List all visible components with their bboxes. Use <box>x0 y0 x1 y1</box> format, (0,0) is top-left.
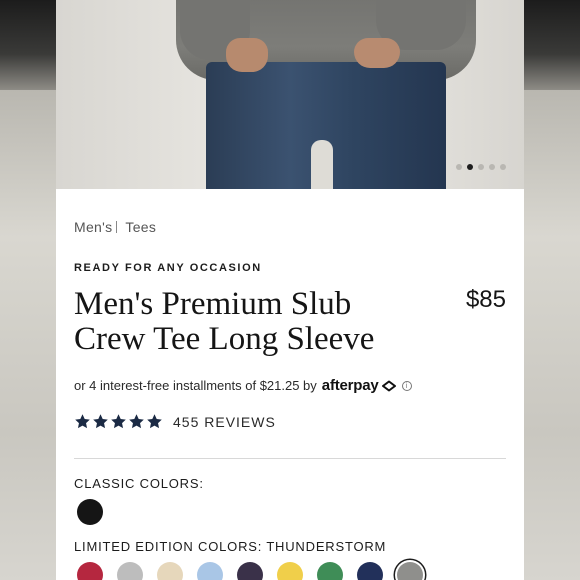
star-icon <box>129 414 144 429</box>
product-eyebrow: READY FOR ANY OCCASION <box>74 262 262 274</box>
photo-leg-gap <box>311 140 333 189</box>
color-swatch-green[interactable] <box>317 562 343 580</box>
gallery-dot[interactable] <box>500 164 506 170</box>
star-icon <box>147 414 162 429</box>
classic-color-swatches <box>77 499 103 525</box>
color-swatch-thunderstorm[interactable] <box>397 562 423 580</box>
color-swatch-sand[interactable] <box>157 562 183 580</box>
gallery-dot[interactable] <box>489 164 495 170</box>
star-icon <box>93 414 108 429</box>
info-icon[interactable]: i <box>401 380 412 391</box>
color-swatch-plum[interactable] <box>237 562 263 580</box>
star-icon <box>75 414 90 429</box>
photo-hand-right <box>354 38 400 68</box>
breadcrumb: Men's Tees <box>74 219 156 235</box>
breadcrumb-separator <box>116 221 118 233</box>
limited-color-swatches <box>77 562 423 580</box>
color-swatch-navy[interactable] <box>357 562 383 580</box>
product-image[interactable] <box>56 0 524 189</box>
color-swatch-red[interactable] <box>77 562 103 580</box>
gallery-dot[interactable] <box>456 164 462 170</box>
limited-colors-label: LIMITED EDITION COLORS: THUNDERSTORM <box>74 539 387 554</box>
gallery-dot[interactable] <box>478 164 484 170</box>
breadcrumb-item-mens[interactable]: Men's <box>74 219 112 235</box>
reviews-link[interactable]: 455 REVIEWS <box>173 414 276 430</box>
photo-hand-left <box>226 38 268 72</box>
color-swatch-gray[interactable] <box>117 562 143 580</box>
installments-info: or 4 interest-free installments of $21.2… <box>74 377 412 394</box>
section-divider <box>74 458 506 459</box>
color-swatch-black[interactable] <box>77 499 103 525</box>
installments-text: or 4 interest-free installments of $21.2… <box>74 378 317 393</box>
gallery-pagination <box>456 164 506 170</box>
product-price: $85 <box>465 286 506 313</box>
color-swatch-light-blue[interactable] <box>197 562 223 580</box>
classic-colors-label: CLASSIC COLORS: <box>74 476 204 491</box>
star-icon <box>111 414 126 429</box>
gallery-dot[interactable] <box>467 164 473 170</box>
product-title: Men's Premium Slub Crew Tee Long Sleeve <box>74 286 375 357</box>
breadcrumb-item-tees[interactable]: Tees <box>125 219 156 235</box>
color-swatch-yellow[interactable] <box>277 562 303 580</box>
afterpay-brand: afterpay <box>321 377 379 394</box>
afterpay-logo-icon <box>381 380 396 391</box>
product-details-card: Men's Tees READY FOR ANY OCCASION Men's … <box>56 189 524 580</box>
rating-stars <box>74 413 163 430</box>
product-rating[interactable]: 455 REVIEWS <box>74 413 276 430</box>
